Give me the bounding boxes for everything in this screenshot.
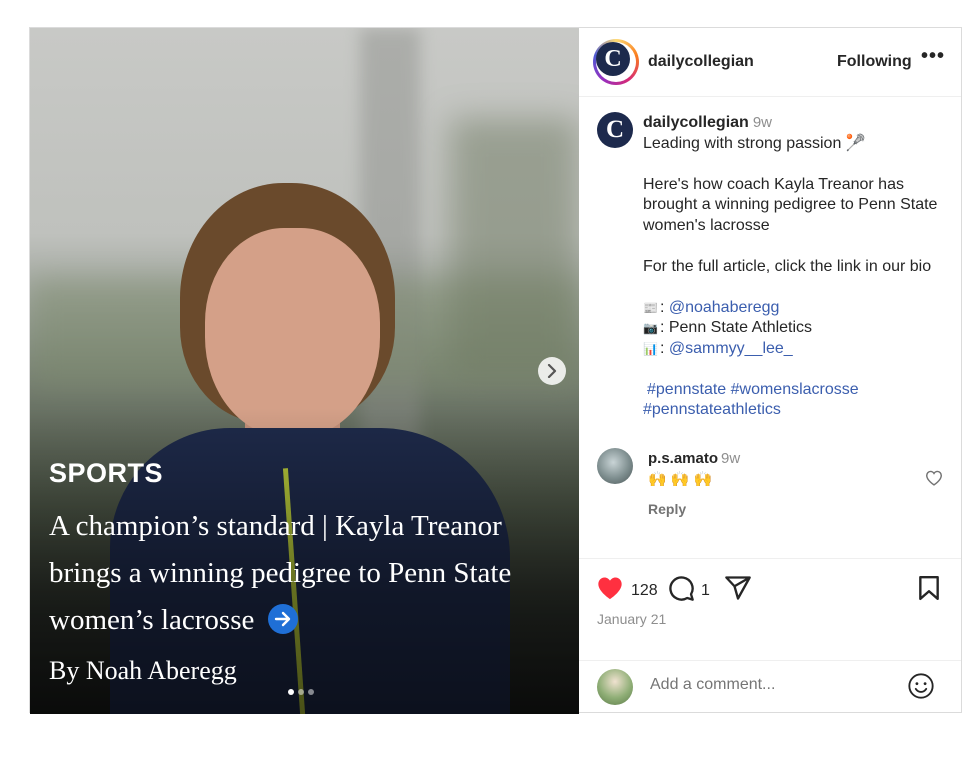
- header-username[interactable]: dailycollegian: [648, 53, 754, 71]
- caption-time: 9w: [752, 114, 772, 131]
- caption-avatar[interactable]: C: [597, 112, 633, 148]
- comment-time: 9w: [721, 450, 741, 467]
- carousel-dot: [308, 689, 314, 695]
- background-trees-right: [450, 118, 579, 378]
- comment-item: p.s.amato 9w 🙌 🙌 🙌 Reply: [579, 448, 961, 528]
- graphic-link[interactable]: @sammyy__lee_: [669, 340, 793, 357]
- post-media[interactable]: SPORTS A champion’s standard | Kayla Tre…: [30, 28, 579, 714]
- section-label: SPORTS: [49, 458, 164, 488]
- commenter-username[interactable]: p.s.amato: [648, 450, 718, 467]
- bookmark-save-icon[interactable]: [917, 575, 941, 601]
- headline: A champion’s standard | Kayla Treanor br…: [49, 503, 559, 644]
- hashtags-line1[interactable]: #pennstate #womenslacrosse: [643, 380, 948, 401]
- post-header: C dailycollegian Following •••: [579, 28, 961, 97]
- next-slide-button[interactable]: [538, 357, 566, 385]
- carousel-dot-active: [288, 689, 294, 695]
- chevron-right-icon: [547, 364, 557, 378]
- byline: By Noah Aberegg: [49, 656, 237, 685]
- person-face: [205, 228, 380, 438]
- more-options-icon[interactable]: •••: [921, 45, 945, 68]
- current-user-avatar: [597, 669, 633, 705]
- photo-credit: Penn State Athletics: [668, 319, 813, 336]
- caption-line1: Leading with strong passion 🥍: [643, 134, 866, 152]
- arrow-right-icon: [267, 604, 298, 635]
- carousel-dots: [288, 689, 314, 695]
- comment-bubble-icon[interactable]: [667, 574, 695, 602]
- emoji-picker-icon[interactable]: [907, 672, 935, 700]
- add-comment-bar: [579, 660, 961, 713]
- chart-icon: 📊: [643, 341, 658, 356]
- instagram-post: SPORTS A champion’s standard | Kayla Tre…: [29, 27, 962, 714]
- collegian-logo: C: [596, 42, 630, 76]
- comment-count[interactable]: 1: [701, 582, 710, 600]
- story-ring-avatar[interactable]: C: [593, 39, 639, 85]
- media-overlay-text: SPORTS A champion’s standard | Kayla Tre…: [49, 458, 559, 686]
- comment-text: 🙌 🙌 🙌: [648, 471, 713, 488]
- caption-username[interactable]: dailycollegian: [643, 114, 749, 131]
- comment-like-heart-icon[interactable]: [925, 470, 943, 486]
- writer-link[interactable]: @noahaberegg: [669, 299, 780, 316]
- like-count[interactable]: 128: [631, 582, 658, 600]
- share-send-icon[interactable]: [724, 575, 752, 601]
- credit-writer: 📰: @noahaberegg: [643, 298, 780, 316]
- caption-body: dailycollegian 9w Leading with strong pas…: [643, 113, 948, 421]
- post-date[interactable]: January 21: [597, 611, 666, 627]
- credit-photo: 📷: Penn State Athletics: [643, 319, 813, 336]
- credit-graphic: 📊: @sammyy__lee_: [643, 339, 793, 357]
- carousel-dot: [298, 689, 304, 695]
- hashtags-line2[interactable]: #pennstateathletics: [643, 400, 948, 421]
- reply-button[interactable]: Reply: [648, 501, 686, 517]
- caption-paragraph-2: Here's how coach Kayla Treanor has broug…: [643, 175, 938, 234]
- like-heart-icon[interactable]: [596, 575, 624, 601]
- comment-header: p.s.amato 9w: [648, 450, 740, 467]
- add-comment-input[interactable]: [648, 675, 892, 695]
- post-side-panel: C dailycollegian Following ••• C dailyco…: [579, 28, 961, 712]
- following-button[interactable]: Following: [837, 53, 912, 71]
- post-actions: 128 1 January 21: [579, 558, 961, 661]
- newspaper-icon: 📰: [643, 300, 658, 315]
- camera-icon: 📷: [643, 321, 658, 335]
- caption-paragraph-3: For the full article, click the link in …: [643, 257, 932, 275]
- commenter-avatar[interactable]: [597, 448, 633, 484]
